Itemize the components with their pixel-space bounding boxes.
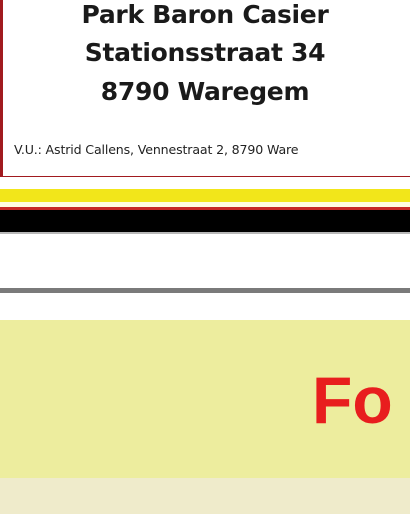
flag-stripe-shadow	[0, 232, 410, 234]
flag-stripe-black	[0, 210, 410, 232]
page: Park Baron Casier Stationsstraat 34 8790…	[0, 0, 410, 514]
banner-subbar	[0, 478, 410, 514]
event-poster-image: Park Baron Casier Stationsstraat 34 8790…	[0, 0, 410, 177]
poster-city: 8790 Waregem	[100, 77, 310, 106]
poster-street-address: Stationsstraat 34	[84, 38, 326, 67]
flag-stripe-yellow	[0, 189, 410, 202]
flag-stripe-white	[0, 179, 410, 189]
section-divider	[0, 288, 410, 293]
poster-publisher-note: V.U.: Astrid Callens, Vennestraat 2, 879…	[14, 142, 299, 157]
banner-heading: Fo	[312, 363, 393, 437]
poster-border-bottom	[0, 176, 410, 177]
section-banner: Fo	[0, 320, 410, 478]
poster-venue-name: Park Baron Casier	[81, 0, 329, 29]
